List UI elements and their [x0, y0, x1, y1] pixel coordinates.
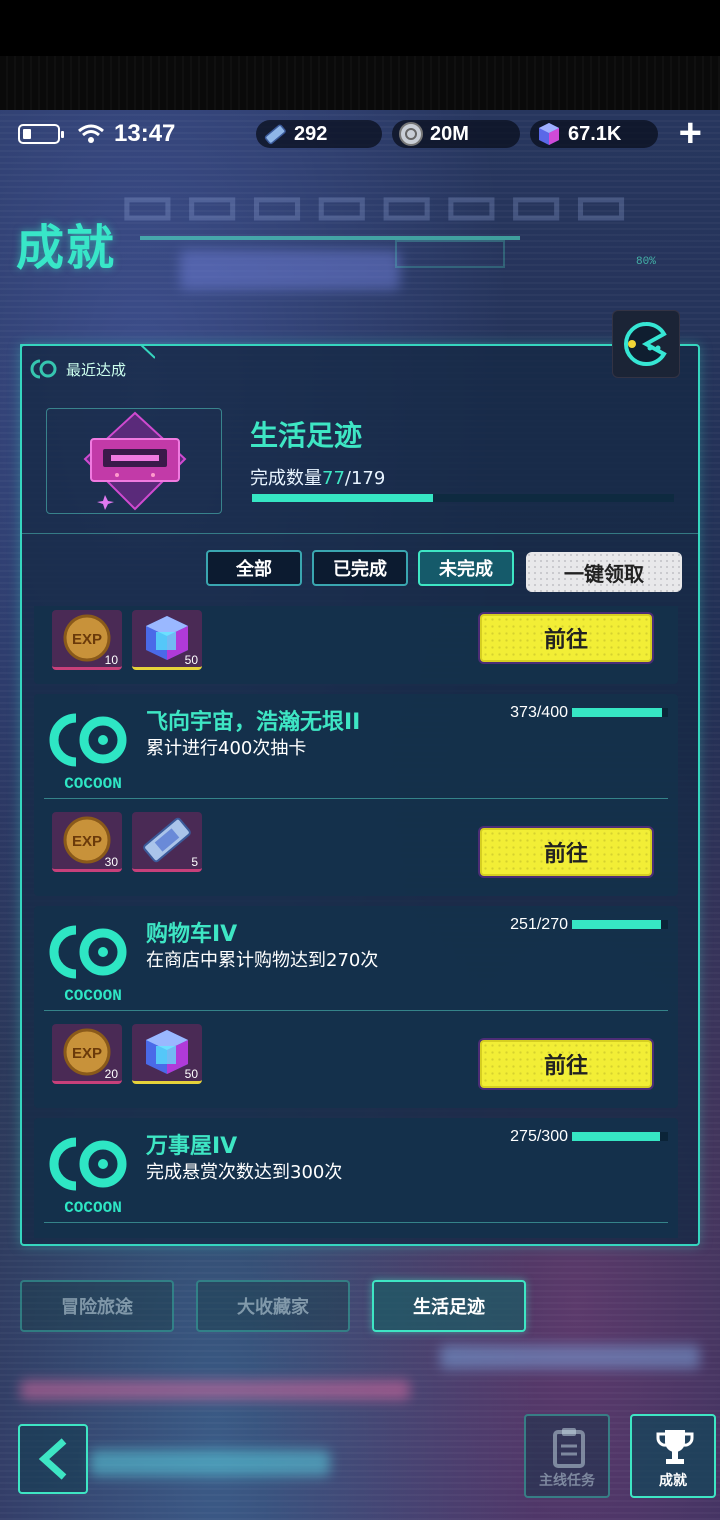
device-top-bar [0, 0, 720, 110]
progress-fill [572, 708, 662, 717]
header-decoration-percent: 80% [636, 256, 656, 268]
divider [44, 798, 668, 799]
count-current: 77 [322, 468, 345, 489]
achievement-desc: 完成悬赏次数达到300次 [146, 1162, 343, 1183]
recent-achievement-name: 生活足迹 [250, 419, 363, 452]
svg-text:EXP: EXP [72, 1045, 102, 1062]
pacman-button[interactable] [612, 310, 680, 378]
achievement-progress-text: 275/300 [510, 1128, 568, 1145]
bg-glow [440, 1345, 700, 1369]
achievement-progress-text: 251/270 [510, 916, 568, 933]
progress-fill [572, 920, 662, 929]
wifi-icon [78, 124, 104, 144]
reward-qty: 50 [184, 653, 198, 667]
reward-gem[interactable]: 50 [132, 610, 202, 670]
reward-qty: 30 [104, 855, 118, 869]
recent-label-text: 最近达成 [66, 360, 127, 379]
bg-glow [90, 1450, 330, 1476]
achievement-list[interactable]: EXP 10 50 前往 COCOON 飞向宇宙，浩瀚无垠II 累计进行400次… [34, 606, 680, 1238]
cocoon-logo-icon: COCOON [49, 925, 127, 1005]
count-total: /179 [344, 468, 386, 489]
clock: 13:47 [114, 120, 176, 147]
reward-qty: 5 [191, 855, 198, 869]
achievement-name: 万事屋IV [146, 1134, 238, 1159]
logo-text: COCOON [64, 1199, 122, 1217]
logo-text: COCOON [64, 987, 122, 1005]
reward-gem[interactable]: 50 [132, 1024, 202, 1084]
divider [44, 1222, 668, 1223]
count-label: 完成数量 [250, 468, 322, 489]
currency-coin[interactable]: 20M [392, 120, 520, 148]
go-button[interactable]: 前往 [480, 828, 652, 876]
bg-glow [20, 1380, 410, 1400]
reward-ticket[interactable]: 5 [132, 812, 202, 872]
svg-text:EXP: EXP [72, 631, 102, 648]
pacman-icon [624, 322, 667, 366]
filter-completed[interactable]: 已完成 [312, 550, 408, 586]
nav-label: 成就 [659, 1473, 687, 1489]
reward-qty: 50 [184, 1067, 198, 1081]
reward-exp[interactable]: EXP 10 [52, 610, 122, 670]
currency-ticket[interactable]: 292 [256, 120, 382, 148]
achievement-card: EXP 10 50 前往 [34, 606, 678, 684]
gem-icon [539, 123, 559, 145]
achievement-name: 购物车IV [146, 922, 238, 947]
battery-icon [18, 124, 64, 144]
nav-achievements[interactable]: 成就 [630, 1414, 716, 1498]
status-bar: 13:47 292 20M 67.1K + [18, 113, 702, 154]
claim-all-button[interactable]: 一键领取 [526, 552, 682, 592]
add-currency-button[interactable]: + [679, 113, 702, 153]
recent-progress-bar [252, 494, 674, 502]
progress-fill [252, 494, 434, 502]
filter-incomplete[interactable]: 未完成 [418, 550, 514, 586]
go-button[interactable]: 前往 [480, 1040, 652, 1088]
progress-fill [572, 1132, 660, 1141]
reward-qty: 20 [104, 1067, 118, 1081]
achievement-progress-bar [572, 920, 668, 929]
chevron-left-icon [38, 1438, 67, 1480]
back-button[interactable] [18, 1424, 88, 1494]
recent-achievement-count: 完成数量77/179 [250, 464, 385, 490]
category-adventure[interactable]: 冒险旅途 [20, 1280, 174, 1332]
recent-label: 最近达成 [30, 358, 126, 380]
svg-text:EXP: EXP [72, 833, 102, 850]
reward-exp[interactable]: EXP 30 [52, 812, 122, 872]
cocoon-logo-icon: COCOON [49, 1137, 127, 1217]
reward-qty: 10 [104, 653, 118, 667]
clipboard-icon [553, 1428, 585, 1468]
cassette-badge-icon [83, 411, 187, 511]
ticket-icon [264, 124, 286, 145]
achievement-progress-bar [572, 1132, 668, 1141]
nav-label: 主线任务 [539, 1473, 595, 1489]
category-life[interactable]: 生活足迹 [372, 1280, 526, 1332]
currency-value: 20M [430, 122, 469, 145]
cocoon-logo-icon: COCOON [49, 713, 127, 793]
header-decoration-box [395, 240, 505, 268]
logo-text: COCOON [64, 775, 122, 793]
achievement-desc: 在商店中累计购物达到270次 [146, 950, 379, 971]
nav-main-quest[interactable]: 主线任务 [524, 1414, 610, 1498]
cocoon-logo-icon [30, 359, 57, 379]
header-decoration: ▭▭▭▭▭▭▭▭ [120, 172, 639, 230]
currency-gem[interactable]: 67.1K [530, 120, 658, 148]
trophy-icon [656, 1430, 694, 1464]
divider [44, 1010, 668, 1011]
currency-value: 67.1K [568, 122, 622, 145]
achievement-card: COCOON 购物车IV 在商店中累计购物达到270次 251/270 EXP … [34, 906, 678, 1108]
currency-value: 292 [294, 122, 328, 145]
achievement-progress-bar [572, 708, 668, 717]
achievement-card: COCOON 万事屋IV 完成悬赏次数达到300次 275/300 [34, 1118, 678, 1238]
achievement-progress-text: 373/400 [510, 704, 568, 721]
achievement-desc: 累计进行400次抽卡 [146, 738, 307, 759]
category-collector[interactable]: 大收藏家 [196, 1280, 350, 1332]
badge-frame [46, 408, 222, 514]
go-button[interactable]: 前往 [480, 614, 652, 662]
filter-all[interactable]: 全部 [206, 550, 302, 586]
page-title: 成就 [16, 220, 117, 276]
bg-glow [180, 250, 400, 290]
achievement-card: COCOON 飞向宇宙，浩瀚无垠II 累计进行400次抽卡 373/400 EX… [34, 694, 678, 896]
achievement-name: 飞向宇宙，浩瀚无垠II [146, 710, 361, 735]
coin-icon [399, 122, 423, 146]
reward-exp[interactable]: EXP 20 [52, 1024, 122, 1084]
